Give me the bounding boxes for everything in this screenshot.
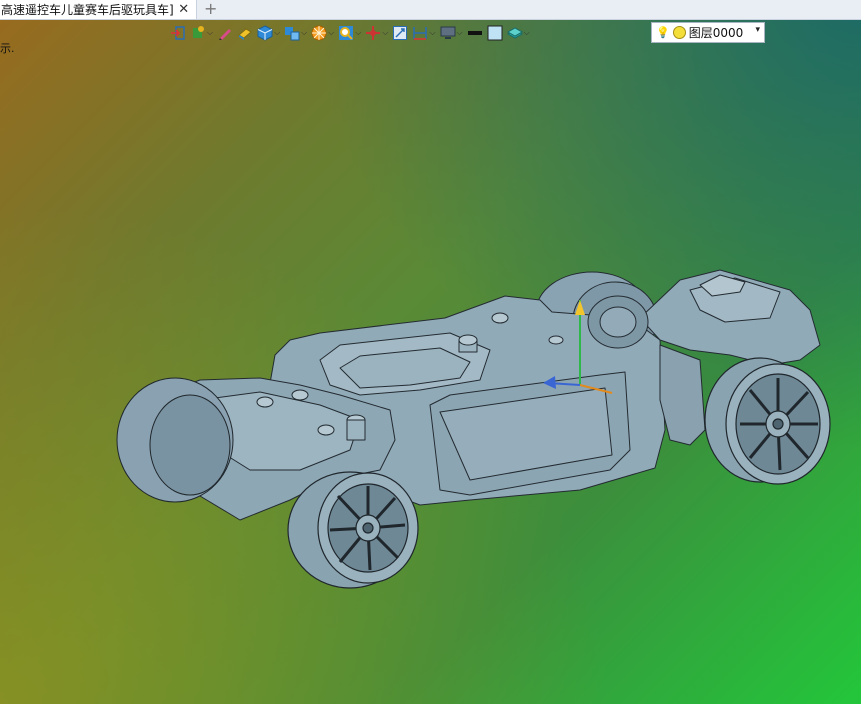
exit-icon <box>171 26 185 40</box>
new-tab-button[interactable]: + <box>204 0 217 18</box>
chevron-down-icon[interactable]: ⌵ <box>524 28 530 38</box>
dimension-button[interactable]: ⌵ <box>412 23 436 43</box>
layer-name: 图层0000 <box>688 26 744 40</box>
display-button[interactable]: ⌵ <box>440 23 463 43</box>
solid-view-button[interactable]: ⌵ <box>257 23 280 43</box>
car-chassis-model[interactable] <box>0 0 861 704</box>
layer-selector[interactable]: 💡 图层0000 ▾ <box>651 22 765 43</box>
chevron-down-icon[interactable]: ⌵ <box>382 28 388 38</box>
chevron-down-icon[interactable]: ⌵ <box>301 28 307 38</box>
lightbulb-icon[interactable]: 💡 <box>656 26 670 39</box>
line-weight-button[interactable] <box>467 23 483 43</box>
chevron-down-icon[interactable]: ⌵ <box>207 28 213 38</box>
pan-button[interactable]: ⌵ <box>365 23 388 43</box>
fit-view-button[interactable] <box>392 23 408 43</box>
line-icon <box>467 31 482 35</box>
view-toolbar: ⌵ ⌵ ⌵ ⌵ ⌵ ⌵ ⌵ ⌵ ⌵ <box>170 22 530 44</box>
paint-button[interactable]: ⌵ <box>190 23 213 43</box>
document-tab[interactable]: 高速遥控车儿童赛车后驱玩具车] ✕ <box>0 0 197 19</box>
chevron-down-icon[interactable]: ⌵ <box>429 28 435 38</box>
blocks-icon <box>285 27 300 41</box>
layers-button[interactable]: ⌵ <box>506 23 530 43</box>
eraser-button[interactable] <box>237 23 253 43</box>
chevron-down-icon[interactable]: ⌵ <box>457 28 463 38</box>
document-tab-title[interactable]: 高速遥控车儿童赛车后驱玩具车] <box>1 1 174 18</box>
paint-icon <box>193 26 204 38</box>
layers-icon <box>506 27 523 39</box>
dropdown-arrow-icon[interactable]: ▾ <box>755 25 760 35</box>
dimension-icon <box>413 27 428 40</box>
zoom-icon <box>339 26 354 40</box>
chevron-down-icon[interactable]: ⌵ <box>355 28 361 38</box>
move-icon <box>366 26 381 40</box>
monitor-icon <box>440 26 456 39</box>
status-text-fragment: 示. <box>0 42 15 55</box>
square-icon <box>487 25 503 41</box>
palette-icon <box>311 25 327 41</box>
chevron-down-icon[interactable]: ⌵ <box>328 28 334 38</box>
eraser-icon <box>238 28 252 40</box>
pencil-button[interactable] <box>217 23 233 43</box>
pencil-icon <box>219 29 232 40</box>
fit-view-icon <box>393 26 408 40</box>
layer-color-swatch <box>672 26 686 39</box>
exit-button[interactable] <box>170 23 186 43</box>
fill-color-button[interactable] <box>487 23 503 43</box>
color-button[interactable]: ⌵ <box>311 23 334 43</box>
chevron-down-icon[interactable]: ⌵ <box>274 28 280 38</box>
zoom-button[interactable]: ⌵ <box>338 23 361 43</box>
cube-icon <box>257 25 273 41</box>
blocks-button[interactable]: ⌵ <box>284 23 307 43</box>
document-tab-bar: 高速遥控车儿童赛车后驱玩具车] ✕ + <box>0 0 861 20</box>
close-icon[interactable]: ✕ <box>178 2 190 17</box>
